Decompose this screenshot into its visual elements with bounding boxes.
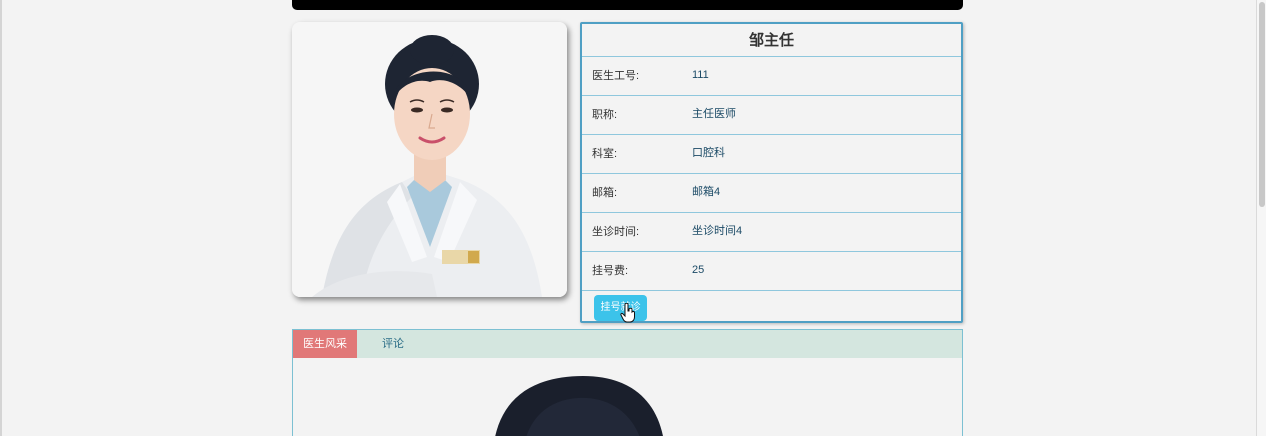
info-label: 职称: bbox=[592, 109, 618, 121]
doctor-detail-page: 邹主任 医生工号: 111 职称: 主任医师 科室: 口腔科 邮箱: 邮箱4 坐… bbox=[0, 0, 1266, 436]
info-value: 口腔科 bbox=[692, 147, 725, 159]
tab-content bbox=[293, 358, 962, 436]
info-value: 主任医师 bbox=[692, 108, 736, 120]
info-row-fee: 挂号费: 25 bbox=[582, 252, 961, 291]
info-label: 挂号费: bbox=[592, 265, 629, 277]
tab-comments[interactable]: 评论 bbox=[373, 330, 413, 358]
info-value: 邮箱4 bbox=[692, 186, 721, 198]
doctor-portrait-image bbox=[292, 22, 567, 297]
info-row-id: 医生工号: 111 bbox=[582, 57, 961, 96]
tab-doctor-profile[interactable]: 医生风采 bbox=[293, 330, 357, 358]
info-row-email: 邮箱: 邮箱4 bbox=[582, 174, 961, 213]
doctor-photo bbox=[292, 22, 567, 297]
info-label: 坐诊时间: bbox=[592, 226, 640, 238]
tab-bar: 医生风采 评论 bbox=[293, 330, 962, 358]
window-left-edge bbox=[0, 0, 2, 436]
doctor-info-card: 邹主任 医生工号: 111 职称: 主任医师 科室: 口腔科 邮箱: 邮箱4 坐… bbox=[580, 22, 963, 323]
scrollbar-thumb[interactable] bbox=[1259, 2, 1265, 207]
hand-pointer-icon bbox=[620, 302, 636, 328]
info-row-department: 科室: 口腔科 bbox=[582, 135, 961, 174]
vertical-scrollbar[interactable] bbox=[1256, 0, 1266, 436]
top-banner-bar bbox=[292, 0, 963, 10]
info-value: 25 bbox=[692, 264, 705, 276]
info-row-title: 职称: 主任医师 bbox=[582, 96, 961, 135]
doctor-portrait-large-image bbox=[495, 376, 663, 436]
info-value: 111 bbox=[692, 69, 709, 81]
doctor-name: 邹主任 bbox=[582, 24, 961, 57]
info-value: 坐诊时间4 bbox=[692, 225, 743, 237]
info-label: 科室: bbox=[592, 148, 618, 160]
doctor-tab-panel: 医生风采 评论 bbox=[292, 329, 963, 436]
info-label: 医生工号: bbox=[592, 70, 640, 82]
action-row: 挂号就诊 bbox=[582, 291, 961, 325]
info-row-schedule: 坐诊时间: 坐诊时间4 bbox=[582, 213, 961, 252]
info-label: 邮箱: bbox=[592, 187, 618, 199]
